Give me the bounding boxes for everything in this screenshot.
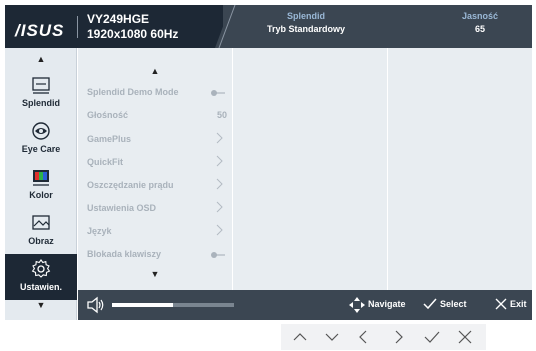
header-splendid-key: Splendid: [287, 11, 325, 21]
menu-item-volume[interactable]: Głośność 50: [87, 110, 227, 124]
chevron-right-icon: [216, 201, 223, 213]
nav-item-label: Ustawien.: [19, 282, 62, 292]
up-icon[interactable]: [291, 329, 309, 345]
menu-scroll-up-icon[interactable]: ▲: [78, 66, 232, 76]
exit-x-icon: [495, 298, 507, 310]
main-nav: ▲ Splendid Eye Care Kolor Obraz Ustawien…: [5, 48, 77, 320]
nav-item-image[interactable]: Obraz: [5, 212, 77, 258]
submenu-panel: [233, 48, 387, 290]
chevron-right-icon: [216, 155, 223, 167]
nav-scroll-down-icon[interactable]: ▼: [5, 300, 77, 310]
toggle-off-icon[interactable]: [211, 252, 225, 258]
nav-item-label: Kolor: [29, 190, 53, 200]
toggle-off-icon[interactable]: [211, 90, 225, 96]
header-separator: [77, 16, 78, 38]
header-brightness-status: Jasność 65: [445, 11, 515, 34]
exit-label: Exit: [510, 299, 527, 309]
menu-item-label: Język: [87, 226, 112, 236]
menu-item-gameplus[interactable]: GamePlus: [87, 132, 227, 148]
menu-scroll-down-icon[interactable]: ▼: [78, 269, 232, 279]
close-icon[interactable]: [456, 329, 474, 345]
nav-item-splendid[interactable]: Splendid: [5, 74, 77, 120]
menu-item-label: Blokada klawiszy: [87, 249, 162, 259]
volume-slider-fill: [112, 303, 173, 307]
settings-menu-panel: ▲ Splendid Demo Mode Głośność 50 GamePlu…: [78, 48, 232, 290]
asus-logo: /ISUS: [15, 21, 65, 40]
nav-item-color[interactable]: Kolor: [5, 166, 77, 212]
chevron-right-icon: [216, 224, 223, 236]
check-icon[interactable]: [423, 329, 441, 345]
menu-item-language[interactable]: Język: [87, 224, 227, 240]
header-splendid-value: Tryb Standardowy: [266, 24, 346, 34]
menu-item-label: Splendid Demo Mode: [87, 87, 179, 97]
nav-item-eye-care[interactable]: Eye Care: [5, 120, 77, 166]
monitor-resolution: 1920x1080 60Hz: [87, 27, 179, 41]
nav-scroll-up-icon[interactable]: ▲: [5, 54, 77, 64]
menu-item-osd-settings[interactable]: Ustawienia OSD: [87, 201, 227, 217]
settings-gear-icon: [31, 259, 51, 278]
chevron-right-icon: [216, 132, 223, 144]
monitor-icon: [32, 77, 50, 94]
navigate-arrows-icon: [349, 297, 365, 313]
menu-item-quickfit[interactable]: QuickFit: [87, 155, 227, 171]
volume-value: 50: [216, 110, 227, 120]
speaker-icon: [87, 296, 104, 314]
down-icon[interactable]: [323, 329, 341, 345]
eye-icon: [32, 122, 50, 140]
menu-item-label: GamePlus: [87, 134, 132, 144]
chevron-right-icon: [216, 178, 223, 190]
select-label: Select: [440, 299, 467, 309]
option-panel: [388, 48, 532, 290]
image-icon: [32, 215, 50, 230]
menu-item-label: Głośność: [87, 110, 129, 120]
navigate-label: Navigate: [368, 299, 406, 309]
menu-item-splendid-demo-mode[interactable]: Splendid Demo Mode: [87, 87, 227, 101]
monitor-model: VY249HGE: [87, 12, 150, 26]
nav-item-settings[interactable]: Ustawien.: [5, 254, 77, 300]
header-brightness-value: 65: [474, 24, 485, 34]
menu-item-label: QuickFit: [87, 157, 124, 167]
menu-item-power-saving[interactable]: Oszczędzanie prądu: [87, 178, 227, 194]
osd-header: /ISUS VY249HGE 1920x1080 60Hz Splendid T…: [5, 5, 532, 48]
nav-item-label: Eye Care: [21, 144, 61, 154]
nav-item-label: Splendid: [22, 98, 60, 108]
right-icon[interactable]: [389, 329, 407, 345]
volume-slider[interactable]: [112, 303, 234, 307]
color-bars-icon: [33, 170, 49, 186]
control-buttons-bar: [281, 324, 486, 350]
menu-item-label: Ustawienia OSD: [87, 203, 157, 213]
menu-item-key-lock[interactable]: Blokada klawiszy: [87, 249, 227, 263]
menu-item-label: Oszczędzanie prądu: [87, 180, 174, 190]
nav-item-label: Obraz: [28, 236, 54, 246]
left-icon[interactable]: [355, 329, 373, 345]
bottom-bar: Navigate Select Exit: [78, 290, 532, 320]
header-splendid-status: Splendid Tryb Standardowy: [231, 11, 381, 34]
header-brightness-key: Jasność: [461, 11, 499, 21]
select-check-icon: [423, 298, 437, 310]
